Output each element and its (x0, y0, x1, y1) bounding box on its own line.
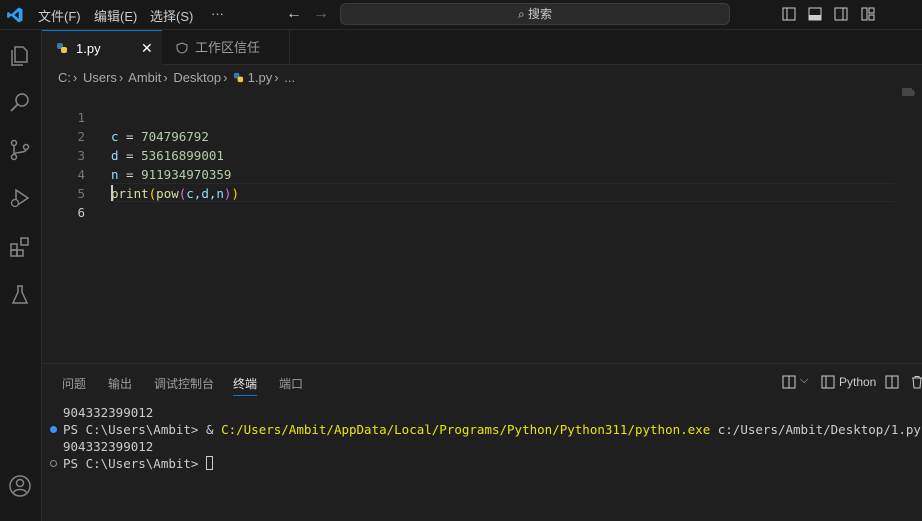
code-line: 5 (42, 165, 902, 201)
python-file-icon (233, 72, 244, 83)
terminal-profile-label[interactable]: Python (839, 375, 876, 389)
chevron-right-icon: › (118, 70, 124, 85)
terminal-prompt-line[interactable]: PS C:\Users\Ambit> (63, 456, 213, 471)
back-arrow-icon[interactable]: ← (286, 5, 302, 23)
run-and-debug-icon[interactable] (8, 186, 32, 210)
terminal-output: 904332399012 (63, 405, 154, 420)
search-icon[interactable] (8, 91, 32, 115)
minimap[interactable] (902, 88, 916, 96)
toggle-secondary-sidebar-icon[interactable] (834, 7, 848, 21)
command-pending-dot[interactable] (50, 460, 57, 467)
terminal-prompt: PS C:\Users\Ambit> (63, 456, 206, 471)
chevron-right-icon: › (73, 70, 78, 85)
terminal-cursor (206, 456, 213, 470)
breadcrumb: C: › Users › Ambit › Desktop › 1.py › ... (58, 70, 297, 85)
code-line: 2 d = 53616899001 (42, 108, 902, 163)
command-center-search[interactable]: ⌕ 搜索 (340, 3, 730, 25)
terminal-prompt: PS C:\Users\Ambit> (63, 422, 206, 437)
terminal-exe-path: C:/Users/Ambit/AppData/Local/Programs/Py… (221, 422, 711, 437)
chevron-right-icon: › (274, 70, 279, 85)
tab-output[interactable]: 输出 (108, 375, 132, 392)
trash-icon[interactable] (910, 375, 922, 389)
toggle-primary-sidebar-icon[interactable] (782, 7, 796, 21)
python-file-icon (57, 43, 67, 53)
menu-edit[interactable]: 编辑(E) (94, 6, 137, 25)
shield-icon (176, 42, 188, 54)
title-bar: 文件(F) 编辑(E) 选择(S) ··· ← → ⌕ 搜索 (0, 0, 922, 30)
menu-selection[interactable]: 选择(S) (150, 6, 193, 25)
customize-layout-icon[interactable] (861, 7, 875, 21)
code-line: 1 c = 704796792 (42, 89, 902, 144)
vscode-logo-icon (7, 7, 23, 23)
editor-tabs: 1.py ✕ 工作区信任 (42, 30, 922, 65)
extensions-icon[interactable] (8, 235, 32, 259)
chevron-right-icon: › (223, 70, 228, 85)
terminal-profile-icon (821, 375, 835, 389)
source-control-icon[interactable] (8, 138, 32, 162)
code-line: 6 (42, 184, 902, 220)
tab-problems[interactable]: 问题 (62, 375, 86, 392)
code-editor[interactable]: 1 c = 704796792 2 d = 53616899001 3 n = … (42, 88, 922, 363)
command-success-dot[interactable] (50, 426, 57, 433)
activity-bar (0, 30, 42, 521)
tab-debug-console[interactable]: 调试控制台 (154, 375, 214, 392)
forward-arrow-icon[interactable]: → (313, 5, 329, 23)
tab-terminal[interactable]: 终端 (233, 375, 258, 396)
bottom-panel: 问题 输出 调试控制台 终端 端口 ⌵ Python 904332399012 … (42, 363, 922, 521)
menu-file[interactable]: 文件(F) (38, 6, 81, 25)
breadcrumb-user[interactable]: Ambit (128, 70, 161, 85)
tab-workspace-trust[interactable]: 工作区信任 (162, 30, 290, 65)
account-icon[interactable] (8, 474, 32, 498)
tab-ports[interactable]: 端口 (279, 375, 303, 392)
breadcrumb-file[interactable]: 1.py (248, 70, 273, 85)
terminal-output: 904332399012 (63, 439, 154, 454)
menu-more[interactable]: ··· (211, 6, 224, 21)
terminal-amp: & (206, 422, 222, 437)
explorer-icon[interactable] (8, 44, 32, 68)
testing-flask-icon[interactable] (8, 283, 32, 307)
code-line: 3 n = 911934970359 (42, 127, 902, 182)
chevron-down-icon[interactable]: ⌵ (800, 374, 808, 387)
breadcrumb-drive[interactable]: C: (58, 70, 71, 85)
terminal-arg: c:/Users/Ambit/Desktop/1.py (710, 422, 921, 437)
breadcrumb-more[interactable]: ... (284, 70, 295, 85)
search-icon: ⌕ (517, 7, 525, 21)
code-line: 4 print(pow(c,d,n)) (42, 146, 902, 201)
text-cursor (111, 185, 113, 201)
tab-1-py[interactable]: 1.py ✕ (42, 30, 162, 65)
breadcrumb-desktop[interactable]: Desktop (173, 70, 221, 85)
toggle-panel-icon[interactable] (808, 7, 822, 21)
tab-label: 1.py (76, 41, 101, 56)
search-label: 搜索 (528, 7, 553, 21)
terminal-command-line: PS C:\Users\Ambit> & C:/Users/Ambit/AppD… (63, 422, 921, 437)
tab-label: 工作区信任 (195, 40, 261, 55)
line-number: 6 (77, 205, 85, 220)
breadcrumb-users[interactable]: Users (83, 70, 117, 85)
chevron-right-icon: › (163, 70, 168, 85)
split-panel-icon[interactable] (885, 375, 899, 389)
close-icon[interactable]: ✕ (141, 31, 153, 66)
split-terminal-icon[interactable] (782, 375, 796, 389)
